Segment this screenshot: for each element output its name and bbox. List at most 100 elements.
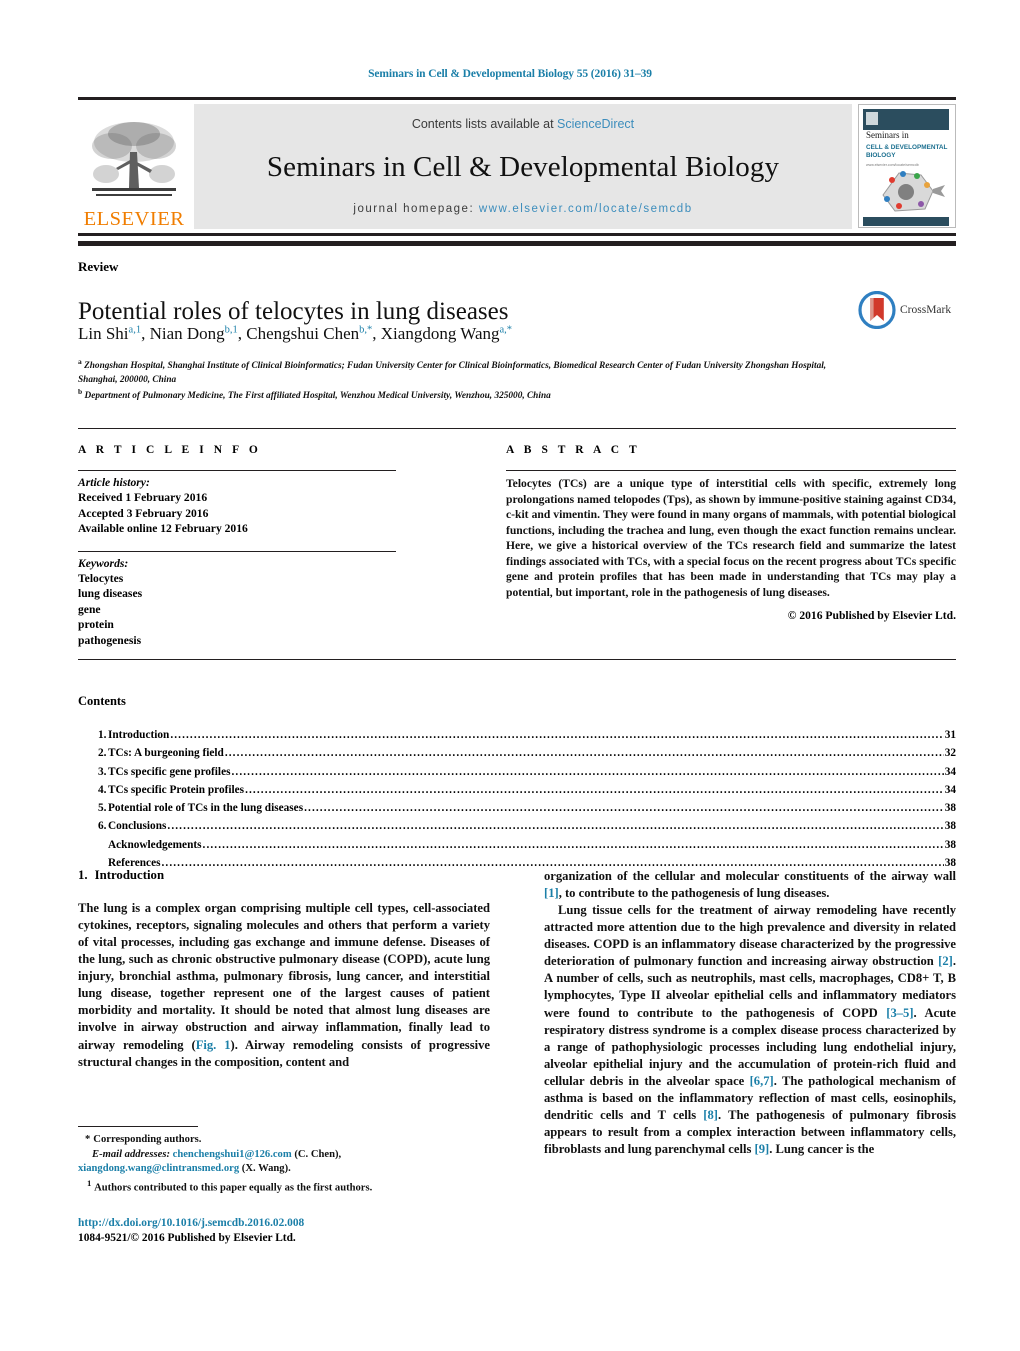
body-column-right: organization of the cellular and molecul…	[544, 868, 956, 1158]
footnote-emails-2: xiangdong.wang@clintransmed.org (X. Wang…	[78, 1162, 490, 1177]
citation-ref[interactable]: [3–5]	[886, 1006, 913, 1020]
article-type-label: Review	[78, 259, 119, 274]
article-history-block: Article history: Received 1 February 201…	[78, 475, 473, 537]
abstract-heading: A B S T R A C T	[506, 444, 641, 456]
toc-row[interactable]: 2.TCs: A burgeoning field 32	[78, 744, 956, 762]
history-received: Received 1 February 2016	[78, 491, 208, 505]
affiliation-a-text: Zhongshan Hospital, Shanghai Institute o…	[78, 361, 827, 385]
toc-row[interactable]: 3.TCs specific gene profiles 34	[78, 763, 956, 781]
citation-ref[interactable]: [9]	[755, 1142, 770, 1156]
toc-page-number: 38	[944, 820, 956, 833]
toc-number: 5.	[98, 802, 107, 815]
svg-text:www.elsevier.com/locate/semcdb: www.elsevier.com/locate/semcdb	[866, 163, 919, 167]
toc-number: 4.	[98, 783, 107, 796]
article-history-label: Article history:	[78, 476, 150, 489]
contents-lists-line: Contents lists available at ScienceDirec…	[412, 117, 634, 131]
keywords-rule	[78, 550, 396, 552]
keyword-item: gene	[78, 602, 101, 616]
toc-leader-dots	[245, 781, 944, 799]
toc-leader-dots	[170, 726, 943, 744]
asterisk-icon: *	[85, 1134, 91, 1145]
keyword-item: protein	[78, 618, 114, 632]
svg-text:Seminars in: Seminars in	[866, 130, 909, 140]
article-info-column: Article history: Received 1 February 201…	[78, 470, 473, 648]
toc-number: 1.	[98, 729, 107, 741]
contents-lists-prefix: Contents lists available at	[411, 117, 558, 131]
affiliation-a: a Zhongshan Hospital, Shanghai Institute…	[78, 357, 827, 385]
page-title: Potential roles of telocytes in lung dis…	[78, 297, 509, 325]
abstract-copyright: © 2016 Published by Elsevier Ltd.	[787, 609, 956, 623]
affiliation-b: b Department of Pulmonary Medicine, The …	[78, 387, 551, 402]
toc-row[interactable]: 1.Introduction 31	[78, 726, 956, 744]
equal-contribution-text: Authors contributed to this paper equall…	[94, 1182, 373, 1194]
paragraph-lung-tissue-cells: Lung tissue cells for the treatment of a…	[544, 903, 956, 1156]
running-head: Seminars in Cell & Developmental Biology…	[368, 68, 652, 80]
article-history-rule	[78, 470, 396, 471]
email-owner-wang: (X. Wang).	[241, 1163, 291, 1175]
footnote-emails: E-mail addresses: chenchengshui1@126.com…	[78, 1148, 490, 1163]
citation-ref[interactable]: [8]	[703, 1108, 718, 1122]
paragraph-intro-1: The lung is a complex organ comprising m…	[78, 901, 490, 1069]
doi-link[interactable]: http://dx.doi.org/10.1016/j.semcdb.2016.…	[78, 1216, 490, 1231]
journal-masthead: ELSEVIER Contents lists available at Sci…	[78, 97, 956, 236]
section-heading-introduction: 1. Introduction	[78, 868, 490, 883]
sciencedirect-link[interactable]: ScienceDirect	[557, 117, 634, 131]
toc-page-number: 32	[944, 747, 956, 760]
elsevier-logo: ELSEVIER	[78, 100, 190, 233]
keyword-item: pathogenesis	[78, 633, 142, 647]
toc-page-number: 38	[944, 838, 956, 851]
crossmark-badge[interactable]: CrossMark	[858, 288, 958, 332]
toc-leader-dots	[304, 799, 944, 817]
journal-title: Seminars in Cell & Developmental Biology	[266, 150, 780, 183]
crossmark-icon	[858, 291, 896, 329]
section-number: 1.	[78, 868, 88, 882]
abstract-column: Telocytes (TCs) are a unique type of int…	[506, 470, 956, 622]
toc-label: Conclusions	[108, 820, 167, 833]
issn-copyright-line: 1084-9521/© 2016 Published by Elsevier L…	[78, 1232, 296, 1245]
keywords-label: Keywords:	[78, 556, 129, 570]
footnote-rule	[78, 1126, 198, 1127]
toc-page-number: 31	[944, 729, 956, 741]
toc-label: Introduction	[108, 729, 170, 741]
svg-text:CELL & DEVELOPMENTAL: CELL & DEVELOPMENTAL	[866, 144, 948, 151]
footnotes-block: * Corresponding authors. E-mail addresses…	[78, 1126, 490, 1196]
journal-homepage-url[interactable]: www.elsevier.com/locate/semcdb	[479, 203, 693, 215]
citation-ref[interactable]: [2]	[938, 954, 953, 968]
toc-row[interactable]: 4.TCs specific Protein profiles 34	[78, 781, 956, 799]
figure-ref[interactable]: Fig. 1	[196, 1038, 231, 1052]
toc-page-number: 34	[944, 783, 956, 796]
toc-leader-dots	[225, 744, 944, 762]
info-bottom-rule	[78, 659, 956, 660]
elsevier-tree-icon	[92, 121, 176, 196]
table-of-contents: 1.Introduction 31 2.TCs: A burgeoning fiel…	[78, 726, 956, 872]
article-info-heading: A R T I C L E I N F O	[78, 444, 262, 456]
paragraph-intro-continued: organization of the cellular and molecul…	[544, 869, 956, 901]
toc-page-number: 38	[944, 802, 956, 815]
section-title: Introduction	[94, 868, 165, 882]
journal-homepage-label: journal homepage:	[353, 203, 479, 215]
toc-label: TCs specific Protein profiles	[108, 783, 245, 796]
citation-ref[interactable]: [1]	[544, 886, 559, 900]
keywords-block: Keywords: Telocytes lung diseases gene p…	[78, 556, 473, 648]
journal-cover-image: Seminars in CELL & DEVELOPMENTAL BIOLOGY…	[859, 105, 953, 227]
toc-row[interactable]: Acknowledgements 38	[78, 836, 956, 854]
toc-leader-dots	[167, 817, 943, 835]
journal-cover-thumbnail: Seminars in CELL & DEVELOPMENTAL BIOLOGY…	[858, 104, 956, 228]
email-addresses-label: E-mail addresses:	[92, 1148, 170, 1160]
corresponding-text: Corresponding authors.	[93, 1134, 202, 1145]
svg-text:BIOLOGY: BIOLOGY	[866, 152, 896, 159]
history-online: Available online 12 February 2016	[78, 522, 248, 536]
contents-heading: Contents	[78, 694, 126, 708]
toc-row[interactable]: 5. Potential role of TCs in the lung dise…	[78, 799, 956, 817]
email-link-wang[interactable]: xiangdong.wang@clintransmed.org	[78, 1163, 239, 1174]
toc-page-number: 34	[944, 765, 956, 778]
toc-leader-dots	[203, 836, 944, 854]
toc-number: 2.	[98, 747, 107, 760]
affiliations: a Zhongshan Hospital, Shanghai Institute…	[78, 357, 848, 404]
toc-row[interactable]: 6.Conclusions 38	[78, 817, 956, 835]
email-link-chen[interactable]: chenchengshui1@126.com	[173, 1149, 292, 1160]
citation-ref[interactable]: [6,7]	[750, 1074, 774, 1088]
journal-homepage-line: journal homepage: www.elsevier.com/locat…	[353, 203, 692, 215]
keyword-item: lung diseases	[78, 587, 143, 601]
footnote-equal-contribution: 1 Authors contributed to this paper equa…	[78, 1177, 490, 1196]
